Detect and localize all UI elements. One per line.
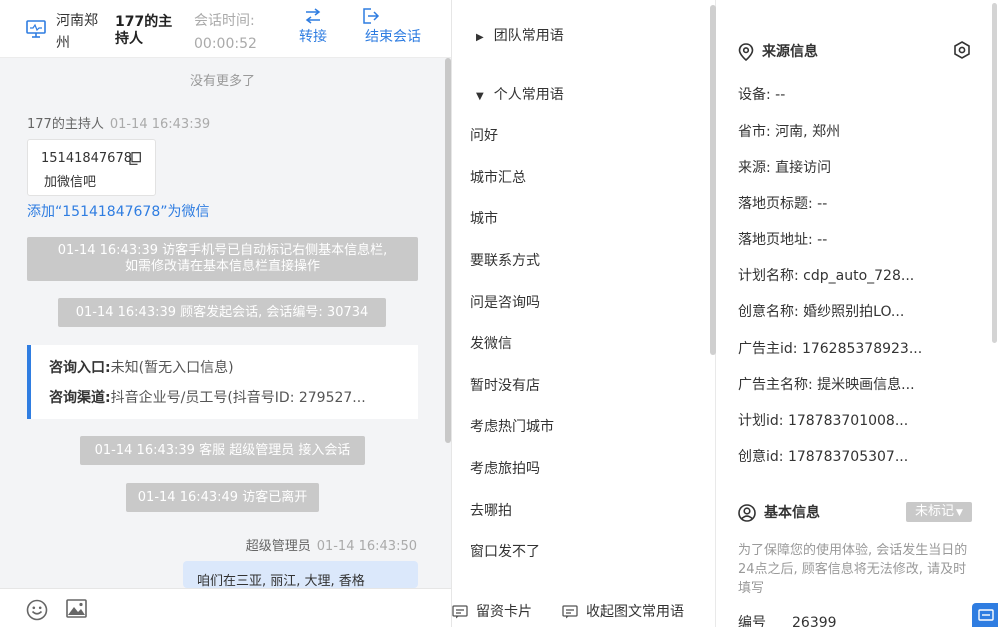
copy-icon[interactable] [129, 152, 141, 165]
no-more-messages: 没有更多了 [189, 74, 255, 89]
end-session-label: 结束会话 [365, 29, 421, 45]
chat-input-toolbar [0, 588, 451, 627]
swap-icon [305, 8, 321, 24]
emoji-icon[interactable] [26, 599, 48, 621]
mark-status-dropdown[interactable]: 未标记 ▼ [906, 502, 972, 522]
system-message-line: 如需修改请在基本信息栏直接操作 [124, 259, 320, 274]
basic-info-label: 基本信息 [764, 505, 820, 521]
collapse-phrases-button[interactable]: 收起图文常用语 [562, 601, 684, 621]
info-row: 广告主名称: 提米映画信息... [738, 377, 915, 393]
basic-info-title: 基本信息 [738, 502, 820, 522]
lead-card-button[interactable]: 留资卡片 [452, 601, 532, 621]
card-icon [452, 605, 468, 619]
user-icon [738, 504, 756, 522]
consult-channel: 咨询渠道:抖音企业号/员工号(抖音号ID: 279527... [49, 387, 366, 407]
transfer-button[interactable]: 转接 [294, 8, 332, 46]
info-row: 计划名称: cdp_auto_728... [738, 268, 915, 284]
monitor-icon [26, 20, 46, 38]
phrase-item[interactable]: 城市汇总 [470, 167, 526, 187]
quick-phrases-panel: ▶ 团队常用语 ▼ 个人常用语 问好 城市汇总 城市 要联系方式 问是咨询吗 发微信… [452, 0, 716, 627]
add-wechat-link[interactable]: 添加“15141847678”为微信 [27, 201, 210, 221]
transfer-label: 转接 [299, 29, 327, 45]
visitor-info-panel: 来源信息 设备: -- 省市: 河南, 郑州 来源: 直接访问 落地页标题: -… [716, 0, 998, 627]
session-time-label: 会话时间: [194, 13, 255, 29]
phrase-item[interactable]: 暂时没有店 [470, 375, 540, 395]
phrase-item[interactable]: 考虑旅拍吗 [470, 458, 540, 478]
message-icon [978, 609, 994, 621]
mark-status-label: 未标记 [915, 504, 955, 519]
info-row: 落地页标题: -- [738, 196, 828, 212]
phrase-item[interactable]: 问好 [470, 125, 498, 145]
message-time: 01-14 16:43:50 [316, 539, 417, 554]
system-message-line: 01-14 16:43:39 访客手机号已自动标记右侧基本信息栏, [57, 243, 388, 258]
session-time-value: 00:00:52 [194, 36, 257, 52]
consult-entry-value: 未知(暂无入口信息) [110, 360, 234, 376]
system-message: 01-14 16:43:39 客服 超级管理员 接入会话 [80, 436, 365, 465]
phrase-item[interactable]: 城市 [470, 208, 498, 228]
info-row: 来源: 直接访问 [738, 160, 832, 176]
end-session-button[interactable]: 结束会话 [360, 8, 426, 46]
message-card[interactable]: 15141847678 加微信吧 [27, 139, 156, 196]
consult-info-card: 咨询入口:未知(暂无入口信息) 咨询渠道:抖音企业号/员工号(抖音号ID: 27… [27, 345, 418, 419]
info-row: 广告主id: 176285378923... [738, 341, 923, 357]
info-row: 省市: 河南, 郑州 [738, 124, 841, 140]
phrase-item[interactable]: 问是咨询吗 [470, 292, 540, 312]
team-phrases-group[interactable]: ▶ 团队常用语 [476, 25, 564, 45]
info-row: 计划id: 178783701008... [738, 413, 909, 429]
consult-entry-label: 咨询入口: [49, 360, 111, 376]
message-meta: 超级管理员 01-14 16:43:50 [246, 535, 417, 554]
card-text: 加微信吧 [44, 175, 97, 190]
exit-icon [363, 8, 380, 24]
collapse-phrases-label: 收起图文常用语 [586, 604, 684, 620]
visitor-location: 河南郑州 [56, 13, 98, 51]
phrase-item[interactable]: 发微信 [470, 333, 512, 353]
source-info-title: 来源信息 [738, 41, 818, 62]
chat-header: 河南郑州 177的主持人 会话时间: 00:00:52 转接 结束会话 [0, 0, 451, 58]
team-phrases-label: 团队常用语 [493, 28, 564, 44]
system-message: 01-14 16:43:39 访客手机号已自动标记右侧基本信息栏, 如需修改请在… [27, 237, 418, 281]
personal-phrases-label: 个人常用语 [493, 87, 564, 103]
consult-channel-label: 咨询渠道: [49, 390, 111, 406]
location-pin-icon [738, 43, 754, 62]
phrase-item[interactable]: 窗口发不了 [470, 541, 540, 561]
info-row: 创意id: 178783705307... [738, 449, 909, 465]
system-message: 01-14 16:43:49 访客已离开 [126, 483, 319, 512]
consult-entry: 咨询入口:未知(暂无入口信息) [49, 357, 234, 377]
gear-icon[interactable] [953, 41, 971, 59]
id-value: 26399 [792, 615, 837, 627]
info-row: 设备: -- [738, 87, 786, 103]
chat-scrollbar[interactable] [445, 58, 451, 443]
chat-panel: 河南郑州 177的主持人 会话时间: 00:00:52 转接 结束会话 没有更多… [0, 0, 452, 627]
consult-channel-value: 抖音企业号/员工号(抖音号ID: 279527... [110, 390, 366, 406]
sender-name: 177的主持人 [27, 117, 104, 132]
info-scrollbar[interactable] [992, 3, 997, 343]
phrase-item[interactable]: 去哪拍 [470, 500, 512, 520]
phrase-item[interactable]: 要联系方式 [470, 250, 540, 270]
caret-down-icon: ▼ [476, 91, 484, 102]
personal-phrases-group[interactable]: ▼ 个人常用语 [476, 84, 564, 104]
id-label: 编号 [738, 615, 766, 627]
host-name: 177的主持人 [115, 14, 173, 47]
system-message: 01-14 16:43:39 顾客发起会话, 会话编号: 30734 [58, 298, 386, 327]
message-meta: 177的主持人 01-14 16:43:39 [27, 113, 210, 132]
edit-deadline-notice: 为了保障您的使用体验, 会话发生当日的24点之后, 顾客信息将无法修改, 请及时… [738, 543, 968, 596]
source-info-label: 来源信息 [762, 44, 818, 60]
message-icon [562, 605, 578, 619]
chat-float-button[interactable] [972, 603, 998, 627]
caret-right-icon: ▶ [476, 32, 484, 43]
lead-card-label: 留资卡片 [476, 604, 532, 620]
message-time: 01-14 16:43:39 [109, 117, 211, 132]
info-row: 创意名称: 婚纱照别拍LO... [738, 304, 905, 320]
sender-name: 超级管理员 [245, 539, 311, 554]
phrases-toolbar: 留资卡片 收起图文常用语 [452, 588, 715, 627]
caret-down-icon: ▼ [956, 508, 963, 518]
agent-message-bubble: 咱们在三亚, 丽江, 大理, 香格 [183, 561, 418, 588]
phrase-item[interactable]: 考虑热门城市 [470, 416, 554, 436]
info-row: 落地页地址: -- [738, 232, 828, 248]
card-phone-number: 15141847678 [41, 151, 132, 166]
image-icon[interactable] [66, 599, 87, 618]
info-row-id: 编号 26399 [738, 612, 837, 627]
